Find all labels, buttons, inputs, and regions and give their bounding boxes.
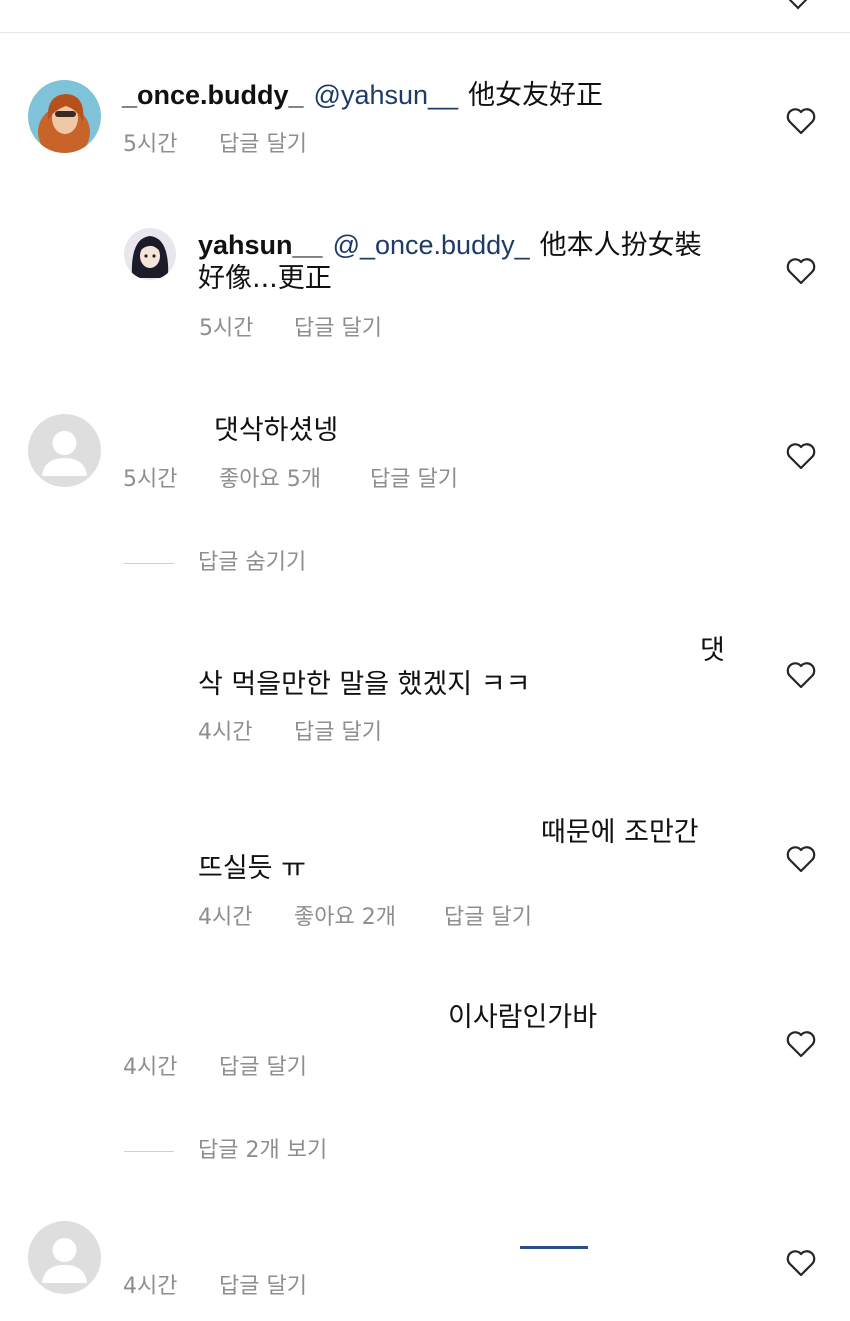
comment-meta: 5시간 좋아요 5개 답글 달기 [123, 466, 523, 494]
heart-outline-icon[interactable] [786, 257, 816, 285]
comment-body: 他本人扮女裝 [539, 230, 702, 261]
heart-outline-icon[interactable] [786, 107, 816, 135]
avatar[interactable] [124, 228, 176, 280]
timestamp: 4시간 [123, 1274, 178, 1299]
comment-body-line2: 好像...更正 [198, 263, 332, 294]
reply-button[interactable]: 답글 달기 [370, 466, 458, 494]
reply-button[interactable]: 답글 달기 [219, 131, 307, 159]
timestamp: 5시간 [123, 467, 178, 492]
timestamp: 5시간 [123, 132, 178, 157]
avatar[interactable] [28, 1221, 101, 1294]
comment-meta: 4시간 답글 달기 [198, 719, 498, 747]
top-bar [0, 0, 850, 33]
thread-divider [124, 563, 174, 564]
mention-link[interactable]: @yahsun__ [314, 80, 459, 110]
comment-meta: 4시간 답글 달기 [123, 1054, 423, 1082]
comment-body-fragment: 댓 [700, 635, 725, 666]
view-replies-button[interactable]: 답글 2개 보기 [198, 1137, 327, 1165]
mention-underline [520, 1246, 588, 1249]
avatar[interactable] [28, 80, 101, 153]
heart-outline-icon[interactable] [786, 1249, 816, 1277]
reply-button[interactable]: 답글 달기 [444, 904, 532, 932]
comment-body: 댓삭하셨넹 [214, 415, 339, 446]
reply-button[interactable]: 답글 달기 [219, 1273, 307, 1301]
heart-outline-icon[interactable] [786, 442, 816, 470]
reply-button[interactable]: 답글 달기 [219, 1054, 307, 1082]
heart-outline-icon[interactable] [786, 1030, 816, 1058]
comment-body-line2: 뜨실듯 ㅠ [198, 853, 306, 884]
avatar[interactable] [28, 414, 101, 487]
timestamp: 4시간 [198, 720, 253, 745]
heart-outline-icon[interactable] [786, 845, 816, 873]
timestamp: 4시간 [123, 1055, 178, 1080]
thread-divider [124, 1151, 174, 1152]
username[interactable]: yahsun__ [198, 230, 323, 260]
chevron-down-icon[interactable] [786, 0, 810, 10]
comment-meta: 4시간 좋아요 2개 답글 달기 [198, 904, 598, 932]
comment-body: 他女友好正 [468, 80, 604, 111]
heart-outline-icon[interactable] [786, 661, 816, 689]
comment-text: yahsun__ @_once.buddy_ 他本人扮女裝 [198, 228, 702, 263]
reply-button[interactable]: 답글 달기 [294, 719, 382, 747]
like-count[interactable]: 좋아요 2개 [294, 904, 396, 932]
comment-text: _once.buddy_ @yahsun__ 他女友好正 [122, 78, 603, 113]
timestamp: 4시간 [198, 905, 253, 930]
hide-replies-button[interactable]: 답글 숨기기 [198, 549, 306, 577]
comment-meta: 4시간 답글 달기 [123, 1273, 423, 1301]
mention-link[interactable]: @_once.buddy_ [333, 230, 530, 260]
username[interactable]: _once.buddy_ [122, 80, 304, 110]
like-count[interactable]: 좋아요 5개 [219, 466, 321, 494]
reply-button[interactable]: 답글 달기 [294, 315, 382, 343]
comment-body-line2: 삭 먹을만한 말을 했겠지 ㅋㅋ [198, 669, 531, 700]
comment-meta: 5시간 답글 달기 [199, 315, 499, 343]
timestamp: 5시간 [199, 316, 254, 341]
comment-body-fragment: 이사람인가바 [448, 1002, 598, 1033]
comment-body-fragment: 때문에 조만간 [541, 817, 699, 848]
comment-meta: 5시간 답글 달기 [123, 131, 423, 159]
